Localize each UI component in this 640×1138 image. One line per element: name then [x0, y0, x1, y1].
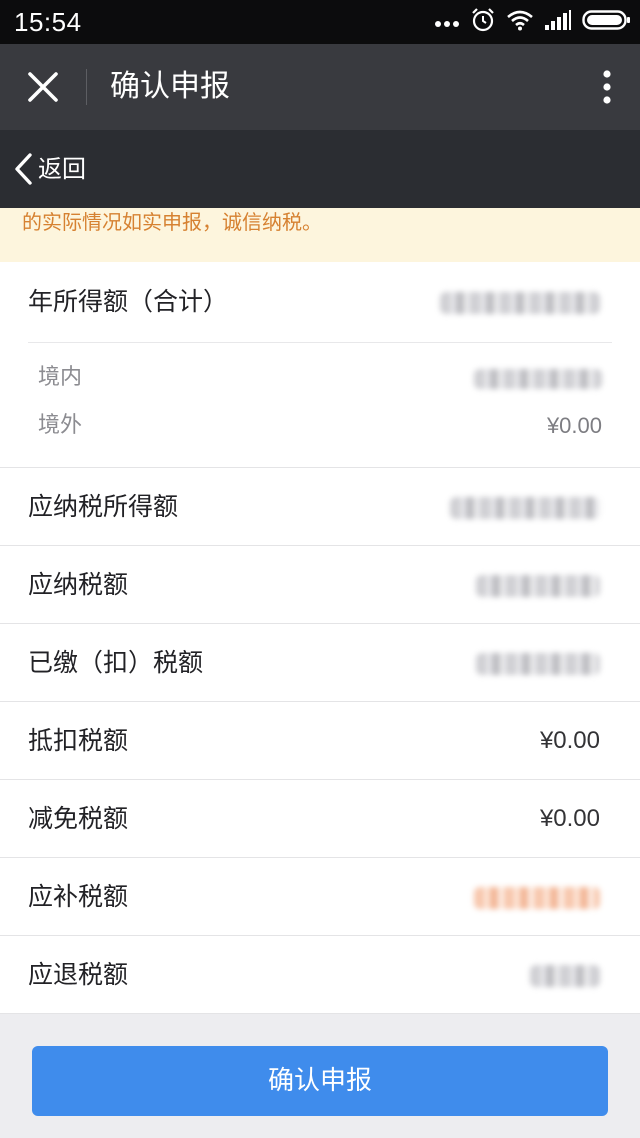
overseas-row: 境外 ¥0.00 [0, 402, 640, 450]
domestic-row: 境内 [0, 354, 640, 402]
nav-bar: 返回 [0, 130, 640, 208]
row-label: 减免税额 [28, 804, 129, 833]
tax-credit-row: 抵扣税额 ¥0.00 [0, 702, 640, 780]
tax-payable-row: 应纳税额 [0, 546, 640, 624]
redacted-value [476, 652, 600, 675]
tax-due-row: 应补税额 [0, 858, 640, 936]
overseas-value: ¥0.00 [546, 413, 602, 438]
signal-icon [544, 9, 572, 35]
annual-income-label: 年所得额（合计） [28, 287, 229, 316]
confirm-declaration-button[interactable]: 确认申报 [32, 1046, 608, 1116]
divider [28, 342, 612, 343]
status-bar: 15:54 [0, 0, 640, 44]
annual-income-group: 年所得额（合计） 境内 境外 ¥0.00 [0, 262, 640, 468]
row-label: 抵扣税额 [28, 726, 129, 755]
back-label: 返回 [38, 155, 86, 183]
row-label: 已缴（扣）税额 [28, 648, 204, 677]
page-title: 确认申报 [110, 69, 230, 104]
tax-paid-row: 已缴（扣）税额 [0, 624, 640, 702]
domestic-label: 境内 [38, 365, 83, 390]
row-value [450, 468, 600, 546]
close-icon [28, 72, 58, 102]
notice-banner: 的实际情况如实申报，诚信纳税。 [0, 208, 640, 262]
redacted-value [474, 369, 602, 390]
row-label: 应补税额 [28, 882, 129, 911]
wifi-icon [506, 9, 534, 35]
more-menu-button[interactable] [600, 66, 614, 108]
domestic-value [474, 354, 602, 402]
battery-icon [582, 9, 632, 35]
chevron-left-icon [15, 153, 32, 185]
status-icons [434, 8, 632, 36]
row-value [530, 936, 600, 1014]
redacted-value [450, 496, 600, 519]
row-value [474, 858, 600, 936]
status-time: 15:54 [14, 7, 82, 37]
row-label: 应纳税额 [28, 570, 129, 599]
row-value: ¥0.00 [539, 805, 600, 832]
redacted-value [530, 964, 600, 987]
redacted-value [474, 886, 600, 909]
taxable-income-row: 应纳税所得额 [0, 468, 640, 546]
close-button[interactable] [22, 66, 64, 108]
title-bar: 确认申报 [0, 44, 640, 130]
more-vertical-icon [603, 70, 611, 104]
tax-reduction-row: 减免税额 ¥0.00 [0, 780, 640, 858]
overseas-label: 境外 [38, 413, 83, 438]
back-button[interactable]: 返回 [12, 148, 86, 190]
redacted-value [476, 574, 600, 597]
row-value: ¥0.00 [539, 727, 600, 754]
tax-summary: 年所得额（合计） 境内 境外 ¥0.00 应纳税所得额 应纳税额 已缴（扣）税额 [0, 262, 640, 1014]
notice-text: 的实际情况如实申报，诚信纳税。 [22, 210, 322, 234]
row-label: 应纳税所得额 [28, 492, 179, 521]
redacted-value [440, 291, 600, 314]
alarm-icon [470, 7, 496, 37]
more-dots-icon [434, 13, 460, 32]
row-label: 应退税额 [28, 960, 129, 989]
row-value [476, 546, 600, 624]
row-value [476, 624, 600, 702]
annual-income-value [440, 262, 600, 342]
tax-refund-row: 应退税额 [0, 936, 640, 1014]
annual-income-row: 年所得额（合计） [0, 262, 640, 342]
title-divider [86, 69, 87, 105]
